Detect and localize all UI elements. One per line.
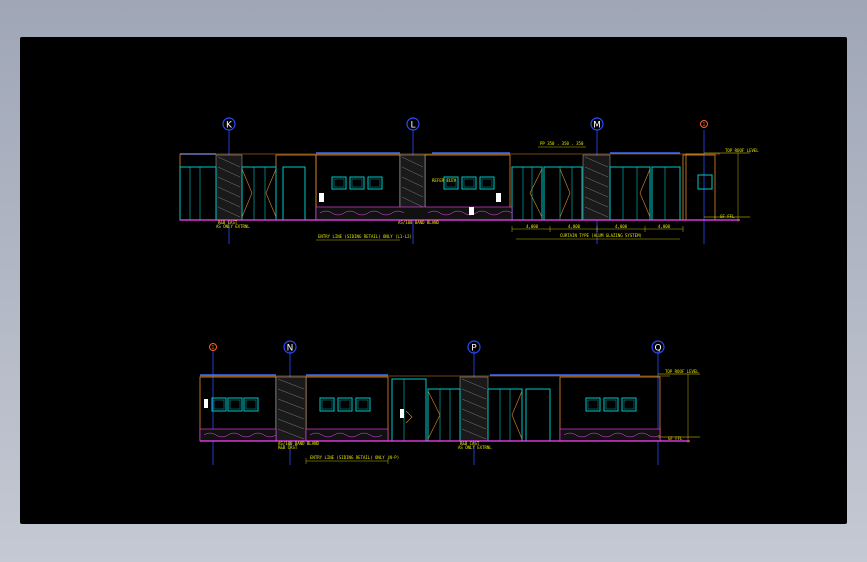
grid-bubble-q: Q — [651, 340, 665, 354]
grid-bubble-1: 1 — [700, 120, 708, 128]
svg-text:4,000: 4,000 — [658, 224, 671, 229]
svg-text:Q: Q — [654, 344, 661, 354]
note-b3: AS ONLY EXTRNL — [458, 445, 492, 450]
svg-text:N: N — [287, 344, 294, 354]
level-top-label-b: TOP ROOF LEVEL — [665, 369, 699, 374]
grid-bubble-1b: 1 — [209, 343, 217, 351]
grid-bubble-l: L — [406, 117, 420, 131]
note-4: REFER ELEV — [432, 178, 457, 183]
svg-text:1: 1 — [211, 345, 214, 351]
svg-text:L: L — [410, 121, 415, 131]
level-bottom-label-b: GF FFL — [668, 436, 683, 441]
svg-text:4,000: 4,000 — [615, 224, 628, 229]
note-2: AS ONLY EXTRNL — [216, 224, 250, 229]
cad-drawing: K L M 1 TOP ROOF LEVEL GF FFL PP 350 . 3… — [179, 117, 759, 465]
note-3: AS/100 BAND BLAND — [398, 220, 440, 225]
svg-text:1: 1 — [702, 122, 705, 128]
dim-callout-2: CURTAIN TYPE (ALUM GLAZING SYSTEM) — [560, 233, 642, 238]
drawing-canvas[interactable]: K L M 1 TOP ROOF LEVEL GF FFL PP 350 . 3… — [20, 37, 847, 524]
grid-bubble-k: K — [222, 117, 236, 131]
svg-text:4,000: 4,000 — [568, 224, 581, 229]
level-top-label: TOP ROOF LEVEL — [725, 148, 759, 153]
dim-callout-1: ENTRY LINE (SIDING RETAIL) ONLY (L1-L2) — [318, 234, 412, 239]
grid-bubble-n: N — [283, 340, 297, 354]
svg-text:P: P — [471, 344, 477, 354]
elevation-bottom: 1 N P Q TOP ROOF LEVEL GF FFL AS/100 BAN… — [199, 340, 700, 465]
grid-bubble-p: P — [467, 340, 481, 354]
dim-callout-b: ENTRY LINE (SIDING RETAIL) ONLY (N-P) — [310, 455, 399, 460]
svg-text:M: M — [593, 121, 601, 131]
grid-bubble-m: M — [590, 117, 604, 131]
elevation-top: K L M 1 TOP ROOF LEVEL GF FFL PP 350 . 3… — [179, 117, 759, 244]
level-bottom-label: GF FFL — [720, 214, 735, 219]
note-b1b: R&B CAST — [278, 445, 298, 450]
top-dim-text: PP 350 . 350 . 350 — [540, 141, 584, 146]
svg-text:4,000: 4,000 — [526, 224, 539, 229]
